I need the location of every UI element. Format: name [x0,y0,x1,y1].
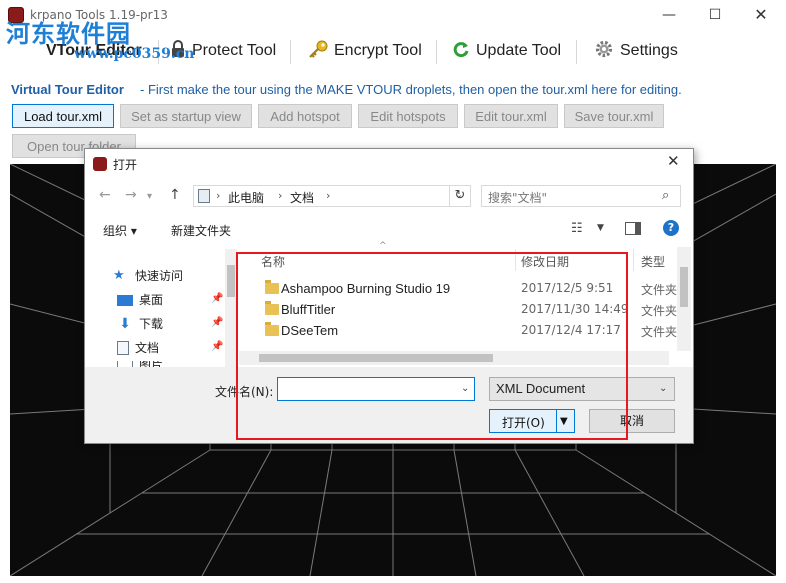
pin-icon: 📌 [211,293,224,304]
minimize-button[interactable]: — [646,0,692,32]
breadcrumb-documents[interactable]: 文档 [290,189,314,206]
dialog-close-button[interactable]: ✕ [667,152,680,170]
set-startup-view-button[interactable]: Set as startup view [120,104,252,128]
save-tour-xml-button[interactable]: Save tour.xml [564,104,664,128]
nav-item-label: 快速访问 [135,269,184,283]
tab-label: Settings [620,42,678,59]
search-input[interactable]: 搜索"文档" ⌕ [481,185,681,207]
navigation-pane: ★ 快速访问 桌面 📌 ⬇ 下载 📌 文档 📌 图片 [103,253,239,367]
address-bar[interactable]: › 此电脑 › 文档 › ⌄ [193,185,471,207]
chevron-down-icon[interactable]: ▼ [597,223,604,233]
nav-item-desktop[interactable]: 桌面 [117,291,163,308]
nav-item-label: 下载 [139,317,164,331]
search-placeholder: 搜索"文档" [488,191,548,205]
gear-icon [594,39,614,64]
back-arrow-icon[interactable]: ← [99,187,111,203]
pin-icon: 📌 [211,317,224,328]
editor-title: Virtual Tour Editor [11,82,124,97]
desktop-icon [117,294,133,306]
edit-hotspots-button[interactable]: Edit hotspots [358,104,458,128]
chevron-down-icon[interactable]: ⌄ [659,383,667,394]
column-header-type[interactable]: 类型 [641,253,665,270]
path-separator-icon: › [326,189,331,202]
computer-icon [198,189,210,203]
refresh-icon [452,40,470,63]
dialog-title: 打开 [113,158,138,172]
nav-item-quick-access[interactable]: ★ 快速访问 [113,267,183,284]
path-separator-icon: › [278,189,283,202]
organize-menu[interactable]: 组织 ▾ [103,222,137,239]
editor-description: - First make the tour using the MAKE VTO… [140,82,682,97]
maximize-button[interactable]: ☐ [692,0,738,32]
dialog-app-icon [93,157,107,171]
tab-label: Encrypt Tool [334,42,422,59]
tab-label: Update Tool [476,42,562,59]
document-icon [117,340,129,355]
add-hotspot-button[interactable]: Add hotspot [258,104,352,128]
file-type: 文件夹 [641,304,678,318]
vertical-scrollbar[interactable] [677,247,691,351]
download-icon: ⬇ [119,315,131,332]
nav-item-label: 桌面 [139,293,164,307]
view-options-icon[interactable]: ☷ [571,221,583,236]
search-icon: ⌕ [662,188,670,203]
path-separator-icon: › [216,189,221,202]
highlight-annotation [236,252,628,440]
nav-item-downloads[interactable]: ⬇ 下载 [117,315,163,332]
tab-settings[interactable]: Settings [594,36,678,66]
up-arrow-icon[interactable]: ↑ [169,187,181,203]
help-icon[interactable]: ? [663,220,679,236]
watermark-url: www.pc0359.cn [74,46,195,62]
tab-label: Protect Tool [192,42,277,59]
nav-item-label: 文档 [135,341,160,355]
preview-pane-icon[interactable] [625,222,641,235]
breadcrumb-this-pc[interactable]: 此电脑 [228,189,264,206]
new-folder-button[interactable]: 新建文件夹 [171,222,231,239]
tab-encrypt-tool[interactable]: Encrypt Tool [308,36,422,66]
close-button[interactable]: ✕ [738,0,784,32]
star-icon: ★ [113,267,125,283]
nav-item-documents[interactable]: 文档 [117,339,159,356]
refresh-icon[interactable]: ↻ [449,185,471,207]
edit-tour-xml-button[interactable]: Edit tour.xml [464,104,558,128]
sort-ascending-icon: ^ [379,241,387,251]
pin-icon: 📌 [211,341,224,352]
file-type: 文件夹 [641,283,678,297]
load-tour-button[interactable]: Load tour.xml [12,104,114,128]
column-divider [633,249,634,271]
watermark-logo: 河东软件园 [6,19,131,48]
scrollbar-thumb[interactable] [227,265,235,297]
scrollbar-thumb[interactable] [680,267,688,307]
toolbar-divider [576,40,577,64]
toolbar-divider [290,40,291,64]
forward-arrow-icon[interactable]: → [125,187,137,203]
tab-update-tool[interactable]: Update Tool [452,36,561,66]
file-type: 文件夹 [641,325,678,339]
recent-dropdown-icon[interactable]: ▾ [147,191,152,202]
key-icon [308,40,328,63]
toolbar-divider [436,40,437,64]
